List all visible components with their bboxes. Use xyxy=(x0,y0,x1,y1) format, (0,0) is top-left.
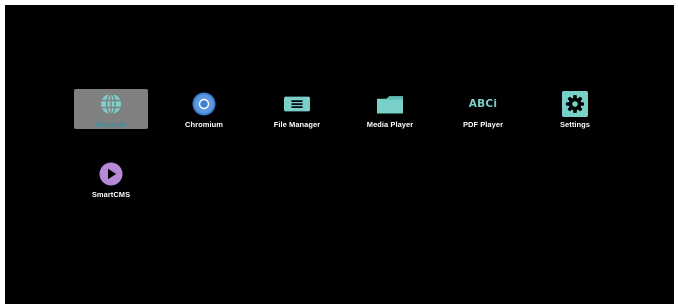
app-chromium[interactable]: Chromium xyxy=(167,89,241,129)
app-browser[interactable]: Browser xyxy=(74,89,148,129)
app-label: Settings xyxy=(560,120,590,129)
app-label: PDF Player xyxy=(462,120,504,129)
app-file-manager[interactable]: File Manager xyxy=(260,89,334,129)
pdf-icon-text: ABCi xyxy=(468,98,498,110)
app-pdf-player[interactable]: ABCi PDF Player xyxy=(446,89,520,129)
play-icon xyxy=(98,161,124,187)
file-manager-icon xyxy=(284,91,310,117)
launcher-screen: Browser Chromium File Manager Media Play… xyxy=(5,5,674,304)
gear-icon xyxy=(562,91,588,117)
app-label: Chromium xyxy=(185,120,223,129)
app-settings[interactable]: Settings xyxy=(538,89,612,129)
app-smartcms[interactable]: SmartCMS xyxy=(74,159,148,199)
app-label: Browser xyxy=(95,120,127,129)
app-label: File Manager xyxy=(273,120,321,129)
app-label: Media Player xyxy=(366,120,414,129)
chromium-icon xyxy=(191,91,217,117)
app-label: SmartCMS xyxy=(91,190,131,199)
pdf-player-icon: ABCi xyxy=(468,91,498,117)
globe-icon xyxy=(98,91,124,117)
folder-icon xyxy=(377,91,403,117)
app-media-player[interactable]: Media Player xyxy=(353,89,427,129)
